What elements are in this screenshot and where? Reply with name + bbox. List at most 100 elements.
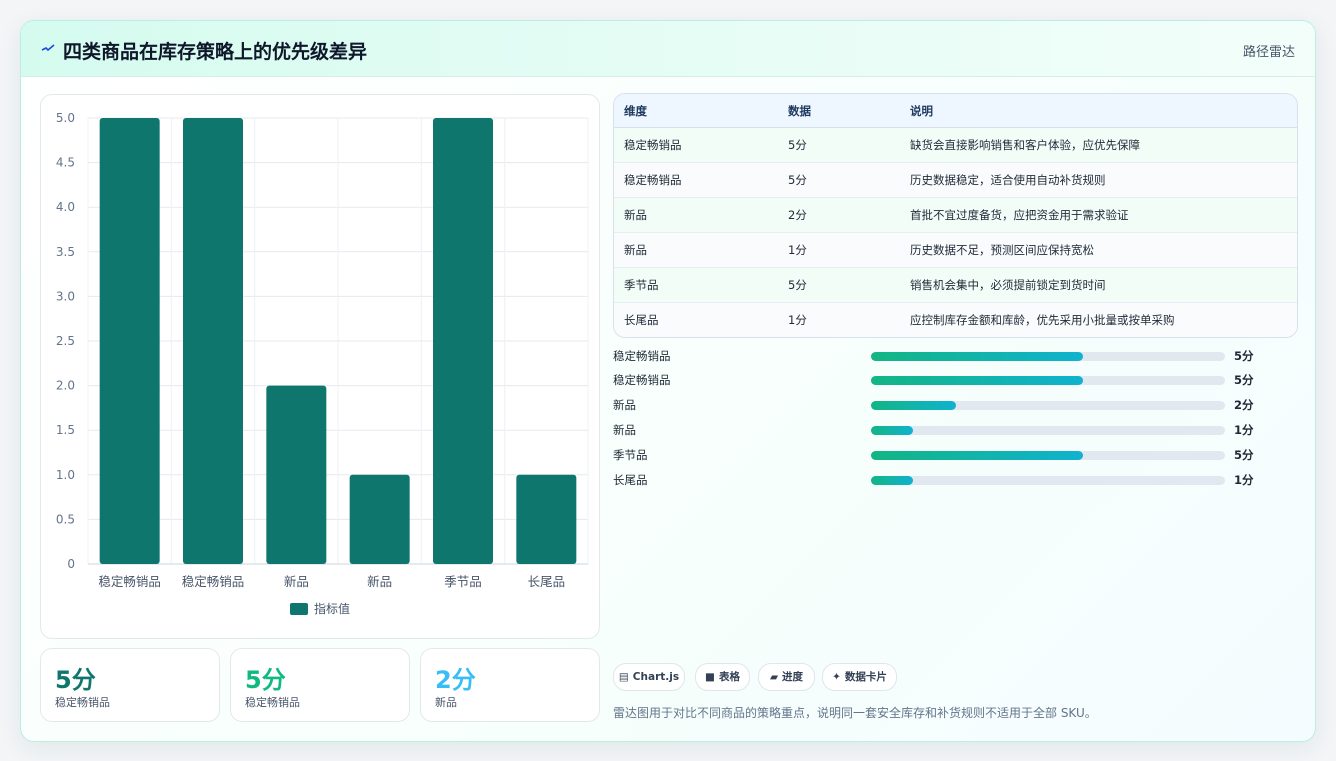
progress-fill xyxy=(871,401,956,410)
table-header-row: 维度 数据 说明 xyxy=(614,94,1297,128)
x-tick-label: 稳定畅销品 xyxy=(182,574,245,589)
table-cell: 新品 xyxy=(614,232,778,268)
progress-row: 稳定畅销品 5分 xyxy=(613,370,1313,390)
bar-chart-panel: 0 0.5 1.0 1.5 2.0 2.5 3.0 3.5 4.0 4.5 5.0 稳定畅销品 稳定畅销… xyxy=(40,94,600,639)
y-tick-label: 3.0 xyxy=(56,289,75,303)
dashboard-card: 四类商品在库存策略上的优先级差异 路径雷达 0 0.5 1.0 1.5 2.0 2.5 3.… xyxy=(20,20,1316,742)
chip-label: 表格 xyxy=(718,671,740,683)
table-row: 季节品 5分 销售机会集中，必须提前锁定到货时间 xyxy=(614,267,1297,303)
column-header: 维度 xyxy=(614,94,778,128)
kpi-card-2: 5分 稳定畅销品 xyxy=(230,648,410,722)
table-cell: 1分 xyxy=(778,302,900,337)
kpi-value: 5分 xyxy=(245,666,286,694)
table-cell: 5分 xyxy=(778,267,900,303)
progress-value: 1分 xyxy=(1234,473,1254,487)
y-tick-label: 1.5 xyxy=(56,423,75,437)
kpi-label: 新品 xyxy=(435,696,457,709)
progress-fill xyxy=(871,352,1084,361)
progress-track xyxy=(871,451,1225,460)
chip-table[interactable]: ■ 表格 xyxy=(695,663,750,691)
kpi-card-1: 5分 稳定畅销品 xyxy=(40,648,220,722)
kpi-label: 稳定畅销品 xyxy=(245,696,300,709)
chip-label: 进度 xyxy=(782,671,804,683)
bar xyxy=(99,118,160,564)
table-cell: 历史数据不足，预测区间应保持宽松 xyxy=(900,232,1297,268)
progress-icon: ▰ xyxy=(769,671,779,683)
table-cell: 新品 xyxy=(614,197,778,233)
chip-data-card[interactable]: ✦ 数据卡片 xyxy=(822,663,897,691)
bar xyxy=(183,118,243,564)
x-tick-label: 长尾品 xyxy=(528,574,566,589)
progress-track xyxy=(871,352,1225,361)
bar-chart: 0 0.5 1.0 1.5 2.0 2.5 3.0 3.5 4.0 4.5 5.0 稳定畅销品 稳定畅销… xyxy=(56,111,589,616)
progress-row: 稳定畅销品 5分 xyxy=(613,346,1313,366)
table-cell: 长尾品 xyxy=(614,302,778,337)
table-cell: 2分 xyxy=(778,197,900,233)
legend-swatch xyxy=(290,603,308,615)
progress-fill xyxy=(871,426,914,435)
table-cell: 历史数据稳定，适合使用自动补货规则 xyxy=(900,162,1297,198)
y-tick-label: 2.0 xyxy=(56,379,75,393)
kpi-value: 5分 xyxy=(55,666,96,694)
bar xyxy=(349,474,410,564)
y-tick-label: 2.5 xyxy=(56,334,75,348)
column-header: 数据 xyxy=(778,94,900,128)
table-cell: 缺货会直接影响销售和客户体验，应优先保障 xyxy=(900,127,1297,163)
card-header: 四类商品在库存策略上的优先级差异 路径雷达 xyxy=(21,21,1315,77)
progress-track xyxy=(871,401,1225,410)
sparkle-icon: ✦ xyxy=(832,671,841,683)
y-tick-label: 3.5 xyxy=(56,245,75,259)
progress-label: 新品 xyxy=(613,398,636,412)
y-tick-label: 1.0 xyxy=(56,468,75,482)
footnote: 雷达图用于对比不同商品的策略重点，说明同一套安全库存和补货规则不适用于全部 SK… xyxy=(613,706,1097,720)
chip-label: Chart.js xyxy=(632,671,680,683)
chip-chartjs[interactable]: ▤ Chart.js xyxy=(613,663,685,691)
y-tick-label: 0 xyxy=(67,557,75,571)
progress-value: 5分 xyxy=(1234,448,1254,462)
x-tick-label: 稳定畅销品 xyxy=(98,574,161,589)
progress-fill xyxy=(871,476,914,485)
x-tick-label: 新品 xyxy=(367,574,392,589)
progress-fill xyxy=(871,376,1084,385)
progress-row: 新品 1分 xyxy=(613,420,1313,440)
progress-label: 长尾品 xyxy=(613,473,648,487)
table-cell: 稳定畅销品 xyxy=(614,127,778,163)
y-tick-label: 0.5 xyxy=(56,512,75,526)
table-icon: ■ xyxy=(705,671,715,683)
y-tick-label: 5.0 xyxy=(56,111,75,125)
y-tick-label: 4.0 xyxy=(56,200,75,214)
progress-row: 长尾品 1分 xyxy=(613,470,1313,490)
table-row: 新品 2分 首批不宜过度备货，应把资金用于需求验证 xyxy=(614,197,1297,233)
table-cell: 应控制库存金额和库龄，优先采用小批量或按单采购 xyxy=(900,302,1297,337)
table-cell: 稳定畅销品 xyxy=(614,162,778,198)
kpi-card-3: 2分 新品 xyxy=(420,648,600,722)
progress-value: 1分 xyxy=(1234,423,1254,437)
progress-value: 5分 xyxy=(1234,373,1254,387)
page-title: 四类商品在库存策略上的优先级差异 xyxy=(63,41,368,63)
path-radar-label: 路径雷达 xyxy=(1242,45,1295,60)
chip-label: 数据卡片 xyxy=(844,671,887,683)
table-cell: 首批不宜过度备货，应把资金用于需求验证 xyxy=(900,197,1297,233)
table-cell: 季节品 xyxy=(614,267,778,303)
progress-label: 新品 xyxy=(613,423,636,437)
x-tick-label: 新品 xyxy=(284,574,309,589)
progress-value: 5分 xyxy=(1234,349,1254,363)
x-tick-label: 季节品 xyxy=(444,574,482,589)
table-cell: 5分 xyxy=(778,127,900,163)
progress-fill xyxy=(871,451,1084,460)
kpi-value: 2分 xyxy=(435,666,476,694)
chip-progress[interactable]: ▰ 进度 xyxy=(758,663,815,691)
progress-label: 稳定畅销品 xyxy=(613,349,671,363)
table-row: 稳定畅销品 5分 缺货会直接影响销售和客户体验，应优先保障 xyxy=(614,127,1297,163)
table-row: 稳定畅销品 5分 历史数据稳定，适合使用自动补货规则 xyxy=(614,162,1297,198)
chart-icon: ▤ xyxy=(618,671,629,683)
data-table: 维度 数据 说明 稳定畅销品 5分 缺货会直接影响销售和客户体验，应优先保障 稳… xyxy=(613,93,1298,338)
y-tick-label: 4.5 xyxy=(56,156,75,170)
bar xyxy=(516,474,577,564)
table-row: 长尾品 1分 应控制库存金额和库龄，优先采用小批量或按单采购 xyxy=(614,302,1297,337)
progress-track xyxy=(871,426,1225,435)
table-cell: 5分 xyxy=(778,162,900,198)
legend-label: 指标值 xyxy=(314,601,350,616)
progress-row: 新品 2分 xyxy=(613,395,1313,415)
column-header: 说明 xyxy=(900,94,1297,128)
